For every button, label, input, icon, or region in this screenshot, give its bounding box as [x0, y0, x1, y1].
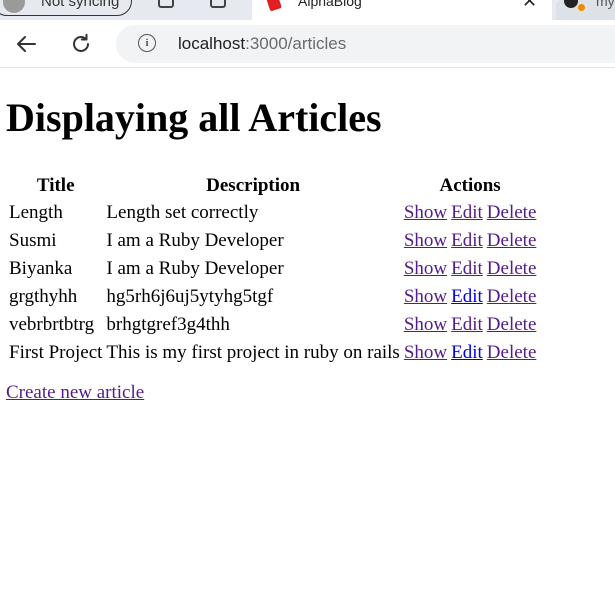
article-title: Length	[9, 202, 63, 223]
article-description: I am a Ruby Developer	[106, 230, 284, 251]
tab-alphablog[interactable]: AlphaBlog ✕	[252, 0, 552, 20]
article-title: First Project	[9, 342, 103, 363]
tab-strip: Not syncing AlphaBlog ✕ my	[0, 0, 615, 20]
create-article-link-wrapper: Create new article	[6, 382, 144, 404]
article-title: Susmi	[9, 230, 57, 251]
delete-link[interactable]: Delete	[487, 314, 537, 335]
article-description: hg5rh6j6uj5ytyhg5tgf	[106, 286, 274, 307]
show-link[interactable]: Show	[404, 202, 447, 223]
show-link[interactable]: Show	[404, 342, 447, 363]
tab-actions-icon[interactable]	[210, 0, 226, 8]
edit-link[interactable]: Edit	[451, 314, 483, 335]
tab-title: AlphaBlog	[298, 0, 362, 9]
edit-link[interactable]: Edit	[451, 230, 483, 251]
articles-table: Title Description Actions Length Length …	[6, 172, 539, 368]
table-row: First Project This is my first project i…	[8, 340, 537, 366]
delete-link[interactable]: Delete	[487, 230, 537, 251]
back-button[interactable]	[12, 30, 40, 58]
show-link[interactable]: Show	[404, 286, 447, 307]
back-arrow-icon	[17, 36, 36, 52]
table-row: Length Length set correctly Show Edit De…	[8, 200, 537, 226]
workspaces-icon[interactable]	[158, 0, 174, 8]
url-text: localhost:3000/articles	[178, 34, 346, 54]
edit-link[interactable]: Edit	[451, 286, 483, 307]
edit-link[interactable]: Edit	[451, 342, 483, 363]
tab-next[interactable]: my	[556, 0, 615, 20]
notification-dot-icon	[578, 4, 585, 11]
rails-favicon-icon	[266, 0, 282, 12]
address-bar[interactable]: i localhost:3000/articles	[116, 25, 615, 63]
create-article-link[interactable]: Create new article	[6, 382, 144, 403]
article-title: grgthyhh	[9, 286, 78, 307]
url-path: :3000/articles	[245, 34, 347, 53]
profile-button[interactable]: Not syncing	[0, 0, 132, 16]
delete-link[interactable]: Delete	[487, 258, 537, 279]
table-header-row: Title Description Actions	[8, 174, 537, 198]
article-description: I am a Ruby Developer	[106, 258, 284, 279]
delete-link[interactable]: Delete	[487, 202, 537, 223]
column-header-description: Description	[206, 175, 301, 196]
table-row: Susmi I am a Ruby Developer Show Edit De…	[8, 228, 537, 254]
favicon-icon	[564, 0, 578, 8]
delete-link[interactable]: Delete	[487, 342, 537, 363]
table-row: vebrbrtbtrg brhgtgref3g4thh Show Edit De…	[8, 312, 537, 338]
url-host: localhost	[178, 34, 246, 53]
delete-link[interactable]: Delete	[487, 286, 537, 307]
article-description: This is my first project in ruby on rail…	[106, 342, 400, 363]
tab-next-label: my	[596, 0, 615, 9]
article-title: vebrbrtbtrg	[9, 314, 95, 335]
article-description: brhgtgref3g4thh	[106, 314, 230, 335]
show-link[interactable]: Show	[404, 258, 447, 279]
close-icon[interactable]: ✕	[522, 0, 537, 12]
browser-toolbar: i localhost:3000/articles	[0, 20, 615, 68]
info-icon[interactable]: i	[138, 34, 156, 52]
show-link[interactable]: Show	[404, 314, 447, 335]
table-row: grgthyhh hg5rh6j6uj5ytyhg5tgf Show Edit …	[8, 284, 537, 310]
reload-icon	[73, 33, 89, 52]
page-title: Displaying all Articles	[6, 95, 382, 140]
avatar	[3, 0, 25, 13]
article-description: Length set correctly	[106, 202, 259, 223]
page-content: Displaying all Articles Title Descriptio…	[0, 68, 615, 610]
article-title: Biyanka	[9, 258, 73, 279]
profile-label: Not syncing	[41, 0, 120, 10]
edit-link[interactable]: Edit	[451, 258, 483, 279]
show-link[interactable]: Show	[404, 230, 447, 251]
column-header-title: Title	[36, 175, 75, 196]
reload-button[interactable]	[67, 30, 95, 58]
edit-link[interactable]: Edit	[451, 202, 483, 223]
table-row: Biyanka I am a Ruby Developer Show Edit …	[8, 256, 537, 282]
column-header-actions: Actions	[439, 175, 501, 196]
